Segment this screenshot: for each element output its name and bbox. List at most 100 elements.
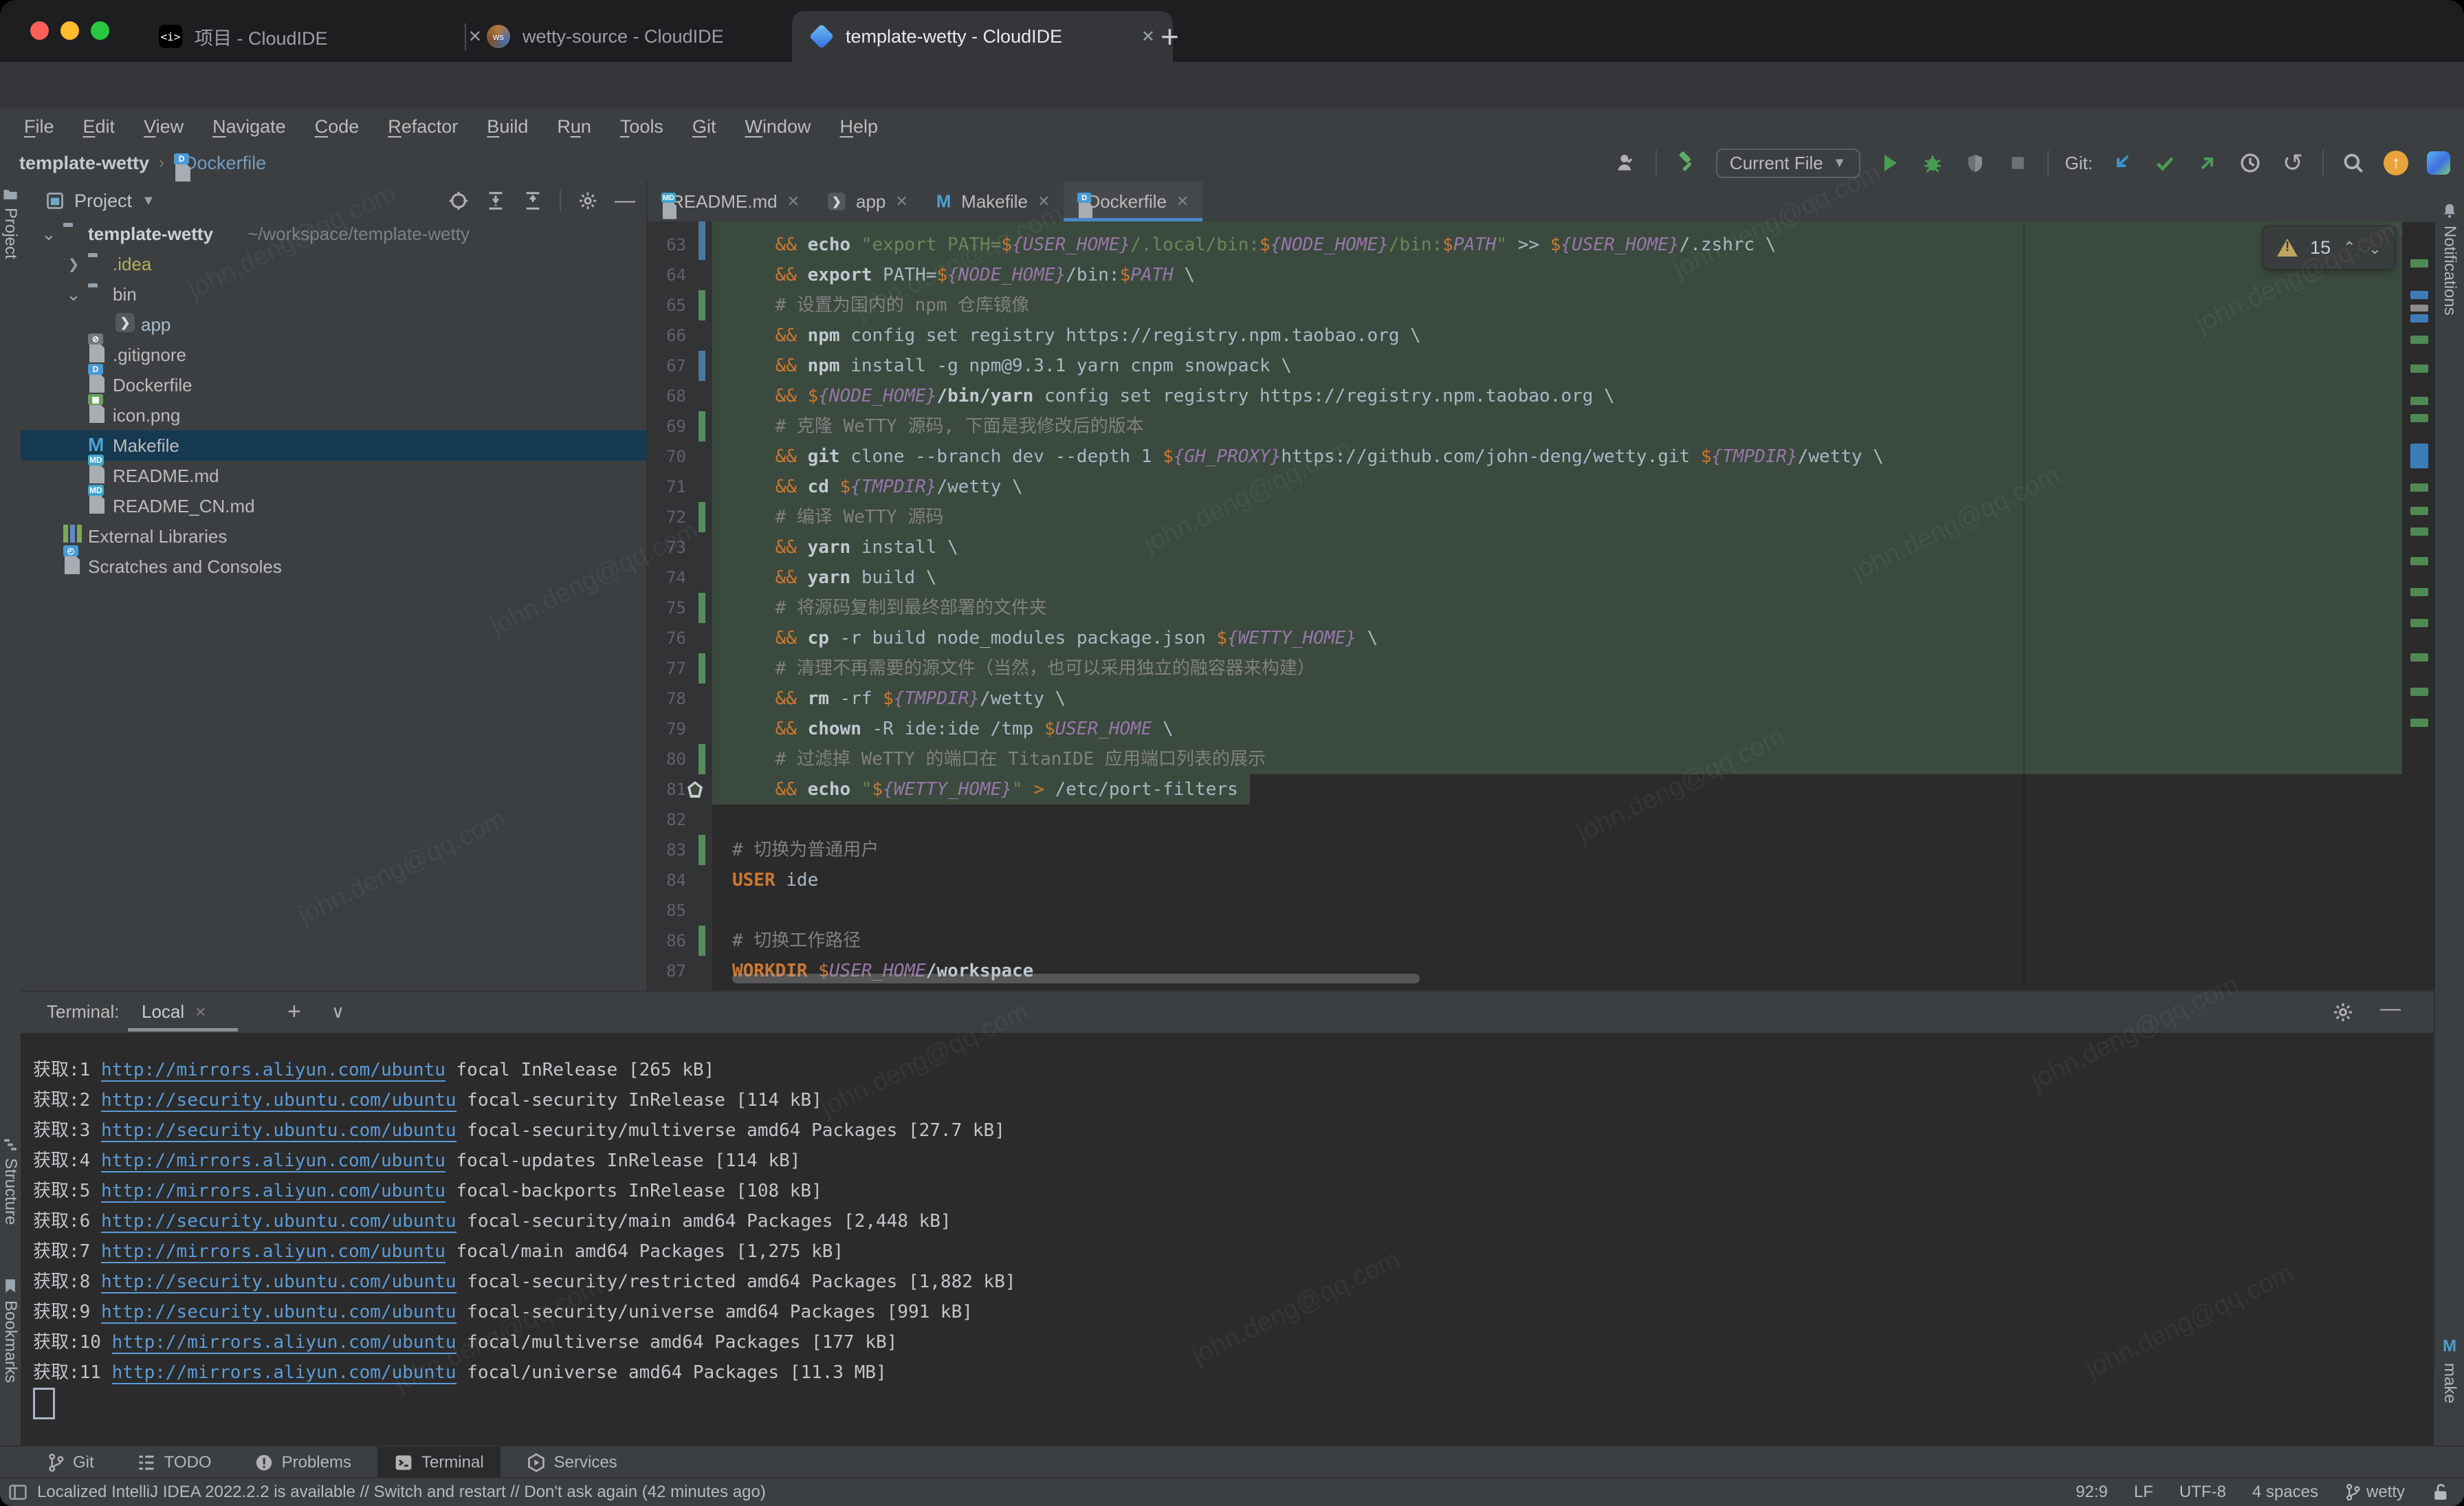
close-tab-icon[interactable]: ✕ [1141, 27, 1155, 47]
error-stripe-mark[interactable] [2410, 444, 2428, 468]
file-encoding[interactable]: UTF-8 [2179, 1483, 2226, 1502]
close-tab-icon[interactable]: ✕ [787, 193, 800, 210]
code-line[interactable]: 73 && yarn install \ [648, 532, 2402, 563]
error-stripe-mark[interactable] [2410, 527, 2428, 536]
tree-item-external-libraries[interactable]: External Libraries [21, 521, 646, 552]
build-hammer-icon[interactable] [1673, 150, 1700, 176]
terminal-link[interactable]: http://security.ubuntu.com/ubuntu [101, 1211, 456, 1233]
code-line[interactable]: 81 && echo "${WETTY_HOME}" > /etc/port-f… [648, 774, 2402, 805]
hide-panel-icon[interactable]: — [615, 189, 635, 212]
menu-item-run[interactable]: Run [542, 116, 606, 138]
indent-style[interactable]: 4 spaces [2252, 1483, 2318, 1502]
maximize-window-button[interactable] [91, 21, 109, 40]
sidebar-item-make-stripe[interactable]: M make [2435, 1337, 2464, 1404]
menu-item-tools[interactable]: Tools [606, 116, 678, 138]
menu-item-code[interactable]: Code [300, 116, 374, 138]
error-stripe-mark[interactable] [2410, 314, 2428, 323]
caret-position[interactable]: 92:9 [2076, 1483, 2108, 1502]
terminal-link[interactable]: http://mirrors.aliyun.com/ubuntu [112, 1332, 456, 1354]
code-line[interactable]: 64 && export PATH=${NODE_HOME}/bin:$PATH… [648, 260, 2402, 290]
menu-item-edit[interactable]: Edit [69, 116, 130, 138]
code-line[interactable]: 63 && echo "export PATH=${USER_HOME}/.lo… [648, 230, 2402, 260]
error-stripe-mark[interactable] [2410, 653, 2428, 662]
horizontal-scrollbar[interactable] [732, 974, 1420, 983]
code-line[interactable]: 69 # 克隆 WeTTY 源码, 下面是我修改后的版本 [648, 411, 2402, 441]
code-line[interactable]: 85 [648, 895, 2402, 926]
new-session-icon[interactable]: + [287, 998, 301, 1025]
tree-item-dockerfile[interactable]: DDockerfile [21, 370, 646, 400]
tree-item--gitignore[interactable]: ⊘.gitignore [21, 340, 646, 370]
error-stripe-mark[interactable] [2410, 688, 2428, 696]
hide-panel-icon[interactable]: — [2380, 997, 2401, 1021]
code-line[interactable]: 76 && cp -r build node_modules package.j… [648, 623, 2402, 653]
error-stripe-mark[interactable] [2410, 397, 2428, 405]
update-available-icon[interactable]: ↑ [2383, 150, 2409, 176]
sidebar-item-project-stripe[interactable]: Project [0, 188, 21, 259]
browser-tab[interactable]: wswetty-source - CloudIDE✕ [469, 11, 825, 62]
settings-gear-icon[interactable] [2332, 1001, 2354, 1023]
terminal-output[interactable]: 获取:1 http://mirrors.aliyun.com/ubuntu fo… [21, 1033, 2434, 1447]
debug-bug-icon[interactable] [1920, 150, 1946, 176]
breadcrumb-file[interactable]: Dockerfile [184, 153, 266, 174]
browser-tab[interactable]: <i>项目 - CloudIDE✕ [141, 11, 500, 62]
breadcrumb-project[interactable]: template-wetty [19, 153, 149, 174]
sidebar-item-notifications-stripe[interactable]: Notifications [2435, 202, 2464, 316]
code-line[interactable]: 86# 切换工作路径 [648, 926, 2402, 956]
inspections-widget[interactable]: 15 ⌃ ⌃ [2263, 226, 2395, 270]
code-line[interactable]: 72 # 编译 WeTTY 源码 [648, 502, 2402, 532]
editor-content[interactable]: 62 # 设置临时环境变量63 && echo "export PATH=${U… [648, 221, 2435, 990]
stop-icon[interactable] [2005, 150, 2031, 176]
code-line[interactable]: 66 && npm config set registry https://re… [648, 320, 2402, 351]
error-stripe-mark[interactable] [2410, 364, 2428, 373]
terminal-link[interactable]: http://security.ubuntu.com/ubuntu [101, 1302, 456, 1324]
code-line[interactable]: 65 # 设置为国内的 npm 仓库镜像 [648, 290, 2402, 320]
browser-tab[interactable]: template-wetty - CloudIDE✕ [792, 11, 1173, 62]
menu-item-build[interactable]: Build [472, 116, 542, 138]
tree-item-app[interactable]: ❯app [21, 309, 646, 340]
tree-item--idea[interactable]: ❯.idea [21, 249, 646, 279]
terminal-link[interactable]: http://mirrors.aliyun.com/ubuntu [101, 1181, 446, 1203]
menu-item-view[interactable]: View [129, 116, 198, 138]
close-tab-icon[interactable]: ✕ [1176, 193, 1189, 210]
tree-item-readme-cn-md[interactable]: MDREADME_CN.md [21, 491, 646, 521]
tree-chevron-icon[interactable]: ⌄ [40, 227, 58, 241]
tree-chevron-icon[interactable]: ⌄ [65, 287, 82, 301]
history-clock-icon[interactable] [2237, 150, 2263, 176]
code-line[interactable]: 82 [648, 805, 2402, 835]
run-config-select[interactable]: Current File▼ [1716, 149, 1860, 178]
terminal-link[interactable]: http://mirrors.aliyun.com/ubuntu [101, 1150, 446, 1172]
terminal-link[interactable]: http://mirrors.aliyun.com/ubuntu [101, 1060, 446, 1082]
close-window-button[interactable] [30, 21, 49, 40]
error-stripe-mark[interactable] [2410, 259, 2428, 268]
terminal-tab-local[interactable]: Local × [142, 992, 206, 1032]
project-panel-title[interactable]: Project [74, 190, 132, 212]
toolwindow-git[interactable]: Git [30, 1447, 111, 1478]
toolwindow-todo[interactable]: TODO [120, 1447, 228, 1478]
unlock-icon[interactable] [2431, 1483, 2449, 1502]
error-stripe-mark[interactable] [2410, 291, 2428, 299]
minimize-window-button[interactable] [60, 21, 79, 40]
menu-item-git[interactable]: Git [678, 116, 731, 138]
code-line[interactable]: 80 # 过滤掉 WeTTY 的端口在 TitanIDE 应用端口列表的展示 [648, 744, 2402, 774]
locate-file-icon[interactable] [448, 190, 469, 211]
toolwindow-problems[interactable]: Problems [238, 1447, 368, 1478]
terminal-link[interactable]: http://security.ubuntu.com/ubuntu [101, 1120, 456, 1142]
terminal-link[interactable]: http://mirrors.aliyun.com/ubuntu [112, 1362, 456, 1384]
code-line[interactable]: 68 && ${NODE_HOME}/bin/yarn config set r… [648, 381, 2402, 411]
line-separator[interactable]: LF [2134, 1483, 2153, 1502]
menu-item-window[interactable]: Window [730, 116, 825, 138]
prev-warning-icon[interactable]: ⌃ [2343, 239, 2355, 257]
tree-chevron-icon[interactable]: ❯ [65, 256, 82, 273]
run-icon[interactable] [1877, 150, 1903, 176]
editor-tab-dockerfile[interactable]: DDockerfile✕ [1064, 182, 1202, 221]
tree-item-icon-png[interactable]: ▦icon.png [21, 400, 646, 430]
chevron-down-icon[interactable]: ▼ [142, 193, 155, 209]
tree-item-template-wetty[interactable]: ⌄template-wetty~/workspace/template-wett… [21, 219, 646, 249]
error-stripe-mark[interactable] [2410, 305, 2428, 312]
editor-tab-readme.md[interactable]: MDREADME.md✕ [648, 182, 813, 221]
menu-item-file[interactable]: File [10, 116, 69, 138]
settings-gear-icon[interactable] [578, 190, 598, 211]
error-stripe-mark[interactable] [2410, 619, 2428, 627]
toolwindow-terminal[interactable]: Terminal [377, 1447, 500, 1478]
expand-all-icon[interactable] [485, 190, 506, 211]
